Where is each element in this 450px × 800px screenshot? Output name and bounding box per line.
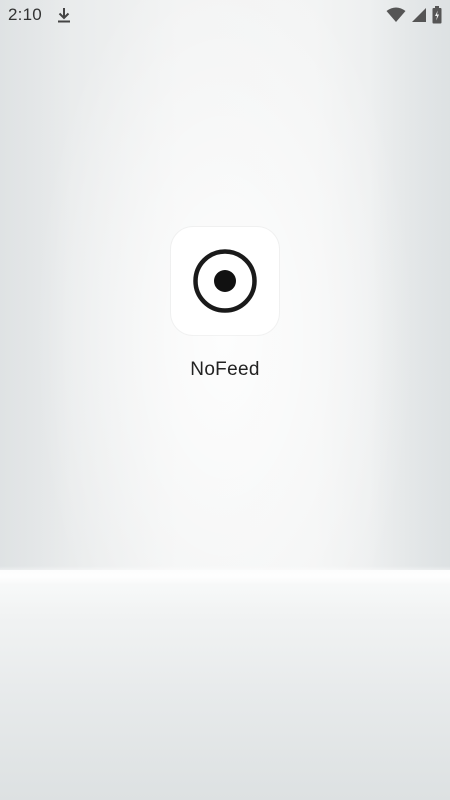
wallpaper-floor-edge xyxy=(0,566,450,584)
wallpaper-wall-right xyxy=(370,0,450,575)
status-time: 2:10 xyxy=(8,5,42,24)
wallpaper-floor xyxy=(0,570,450,800)
battery-icon xyxy=(432,6,442,24)
wifi-icon xyxy=(386,7,406,23)
status-icons xyxy=(386,5,442,25)
target-circle-icon xyxy=(193,249,257,313)
app-label-nofeed[interactable]: NoFeed xyxy=(125,359,325,381)
home-screen: 2:10 NoFeed xyxy=(0,0,450,800)
app-shortcut-nofeed[interactable] xyxy=(170,227,280,337)
nofeed-app-icon[interactable] xyxy=(171,227,279,335)
signal-icon xyxy=(411,7,427,23)
download-icon xyxy=(55,6,73,24)
status-bar: 2:10 xyxy=(0,0,450,30)
wallpaper-wall-left xyxy=(0,0,70,575)
